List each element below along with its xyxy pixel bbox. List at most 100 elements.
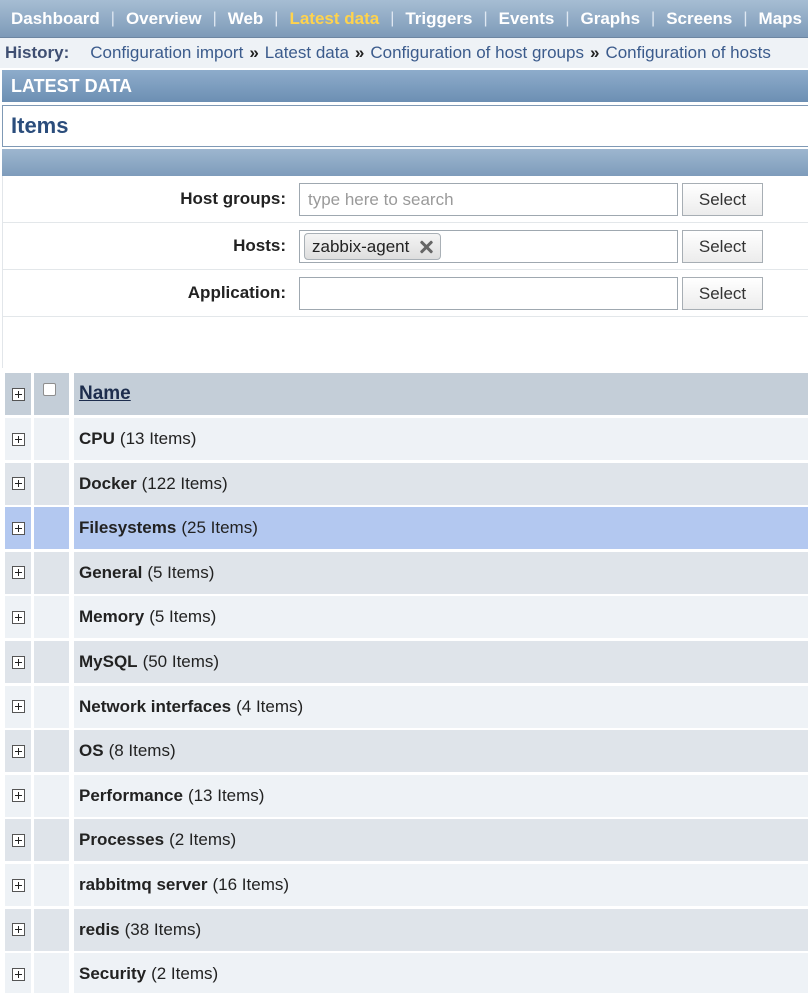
application-name: rabbitmq server [79, 875, 208, 894]
items-heading: Items [11, 113, 69, 138]
history-link-latest-data[interactable]: Latest data [265, 43, 349, 63]
application-name: MySQL [79, 652, 138, 671]
filter-row-hosts: Hosts: zabbix-agent Select [3, 223, 808, 270]
application-name-cell: Docker (122 Items) [74, 462, 808, 505]
application-name: Memory [79, 607, 145, 627]
item-count: (122 Items) [141, 473, 228, 493]
checkbox-cell [34, 462, 69, 505]
history-link-host-groups[interactable]: Configuration of host groups [370, 43, 584, 63]
plus-square-icon[interactable] [11, 610, 25, 624]
application-name: OS [79, 741, 104, 761]
table-header: Name [0, 373, 808, 415]
application-name: Docker [79, 473, 137, 493]
host-groups-select-button[interactable]: Select [682, 183, 763, 216]
table-row[interactable]: Memory (5 Items) [0, 596, 808, 639]
item-count: (8 Items) [108, 741, 176, 761]
application-name-cell: redis (38 Items) [74, 908, 808, 951]
plus-square-icon[interactable] [11, 789, 25, 803]
hosts-label: Hosts: [233, 236, 286, 255]
plus-square-icon[interactable] [11, 923, 25, 937]
table-row[interactable]: redis (38 Items) [0, 908, 808, 951]
nav-graphs[interactable]: Graphs [581, 9, 641, 29]
table-row[interactable]: Filesystems (25 Items) [0, 507, 808, 550]
history-separator: » [589, 43, 600, 62]
plus-square-icon[interactable] [11, 521, 25, 535]
expand-cell [5, 551, 31, 594]
table-row[interactable]: Performance (13 Items) [0, 774, 808, 817]
host-groups-label: Host groups: [180, 189, 286, 208]
nav-maps[interactable]: Maps [759, 9, 802, 29]
host-chip: zabbix-agent [304, 233, 442, 260]
table-row[interactable]: rabbitmq server (16 Items) [0, 864, 808, 906]
application-input[interactable] [299, 277, 678, 310]
application-name: Filesystems [79, 518, 177, 538]
item-count: (5 Items) [149, 607, 217, 627]
nav-dashboard[interactable]: Dashboard [11, 9, 100, 29]
nav-separator: | [743, 9, 748, 27]
history-link-configuration-import[interactable]: Configuration import [90, 43, 243, 63]
table-row[interactable]: Processes (2 Items) [0, 819, 808, 862]
checkbox-cell [34, 685, 69, 728]
history-link-hosts[interactable]: Configuration of hosts [605, 43, 770, 63]
history-breadcrumb: History: Configuration import » Latest d… [0, 38, 808, 68]
nav-latest-data[interactable]: Latest data [289, 9, 379, 29]
zabbix-latest-data-page: Dashboard | Overview | Web | Latest data… [0, 0, 808, 993]
table-row[interactable]: OS (8 Items) [0, 730, 808, 773]
table-row[interactable]: General (5 Items) [0, 551, 808, 594]
plus-square-icon[interactable] [11, 387, 25, 401]
application-name: Processes [79, 830, 165, 850]
name-sort-link[interactable]: Name [79, 383, 131, 405]
checkbox-cell [34, 864, 69, 906]
expand-cell [5, 507, 31, 550]
filter-toggle-bar[interactable] [2, 149, 808, 176]
plus-square-icon[interactable] [11, 744, 25, 758]
nav-screens[interactable]: Screens [666, 9, 732, 29]
plus-square-icon[interactable] [11, 878, 25, 892]
filter-row-application: Application: Select [3, 270, 808, 317]
expand-cell [5, 685, 31, 728]
plus-square-icon[interactable] [11, 566, 25, 580]
item-count: (4 Items) [236, 696, 304, 716]
plus-square-icon[interactable] [11, 432, 25, 446]
checkbox-cell [34, 551, 69, 594]
page-title: LATEST DATA [11, 75, 132, 96]
table-row[interactable]: Network interfaces (4 Items) [0, 685, 808, 728]
checkbox-cell [34, 507, 69, 550]
filter-row-host-groups: Host groups: type here to search Select [3, 176, 808, 223]
host-groups-input[interactable]: type here to search [299, 183, 678, 216]
table-row[interactable]: Docker (122 Items) [0, 462, 808, 505]
nav-events[interactable]: Events [499, 9, 555, 29]
plus-square-icon[interactable] [11, 655, 25, 669]
application-name-cell: CPU (13 Items) [74, 418, 808, 460]
nav-web[interactable]: Web [228, 9, 264, 29]
expand-cell [5, 774, 31, 817]
application-name: Network interfaces [79, 696, 232, 716]
checkbox-cell [34, 953, 69, 993]
hosts-select-button[interactable]: Select [682, 230, 763, 263]
page-title-bar: LATEST DATA [2, 70, 808, 102]
plus-square-icon[interactable] [11, 833, 25, 847]
select-all-checkbox[interactable] [43, 383, 56, 396]
close-icon[interactable] [418, 239, 434, 255]
application-select-button[interactable]: Select [682, 277, 763, 310]
expand-cell [5, 641, 31, 683]
application-name-cell: MySQL (50 Items) [74, 641, 808, 683]
nav-separator: | [110, 9, 115, 27]
application-name: CPU [79, 429, 115, 448]
plus-square-icon[interactable] [11, 967, 25, 981]
table-row[interactable]: Security (2 Items) [0, 953, 808, 993]
checkbox-cell [34, 730, 69, 773]
nav-separator: | [274, 9, 279, 27]
checkbox-cell [34, 819, 69, 862]
table-row[interactable]: CPU (13 Items) [0, 418, 808, 460]
nav-triggers[interactable]: Triggers [405, 9, 472, 29]
checkbox-cell [34, 596, 69, 639]
plus-square-icon[interactable] [11, 477, 25, 491]
table-row[interactable]: MySQL (50 Items) [0, 641, 808, 683]
filter-form: Host groups: type here to search Select … [2, 176, 808, 368]
plus-square-icon[interactable] [11, 700, 25, 714]
hosts-input[interactable]: zabbix-agent [299, 230, 678, 263]
history-label: History: [5, 43, 70, 62]
nav-overview[interactable]: Overview [126, 9, 202, 29]
expand-all-cell [5, 373, 31, 415]
